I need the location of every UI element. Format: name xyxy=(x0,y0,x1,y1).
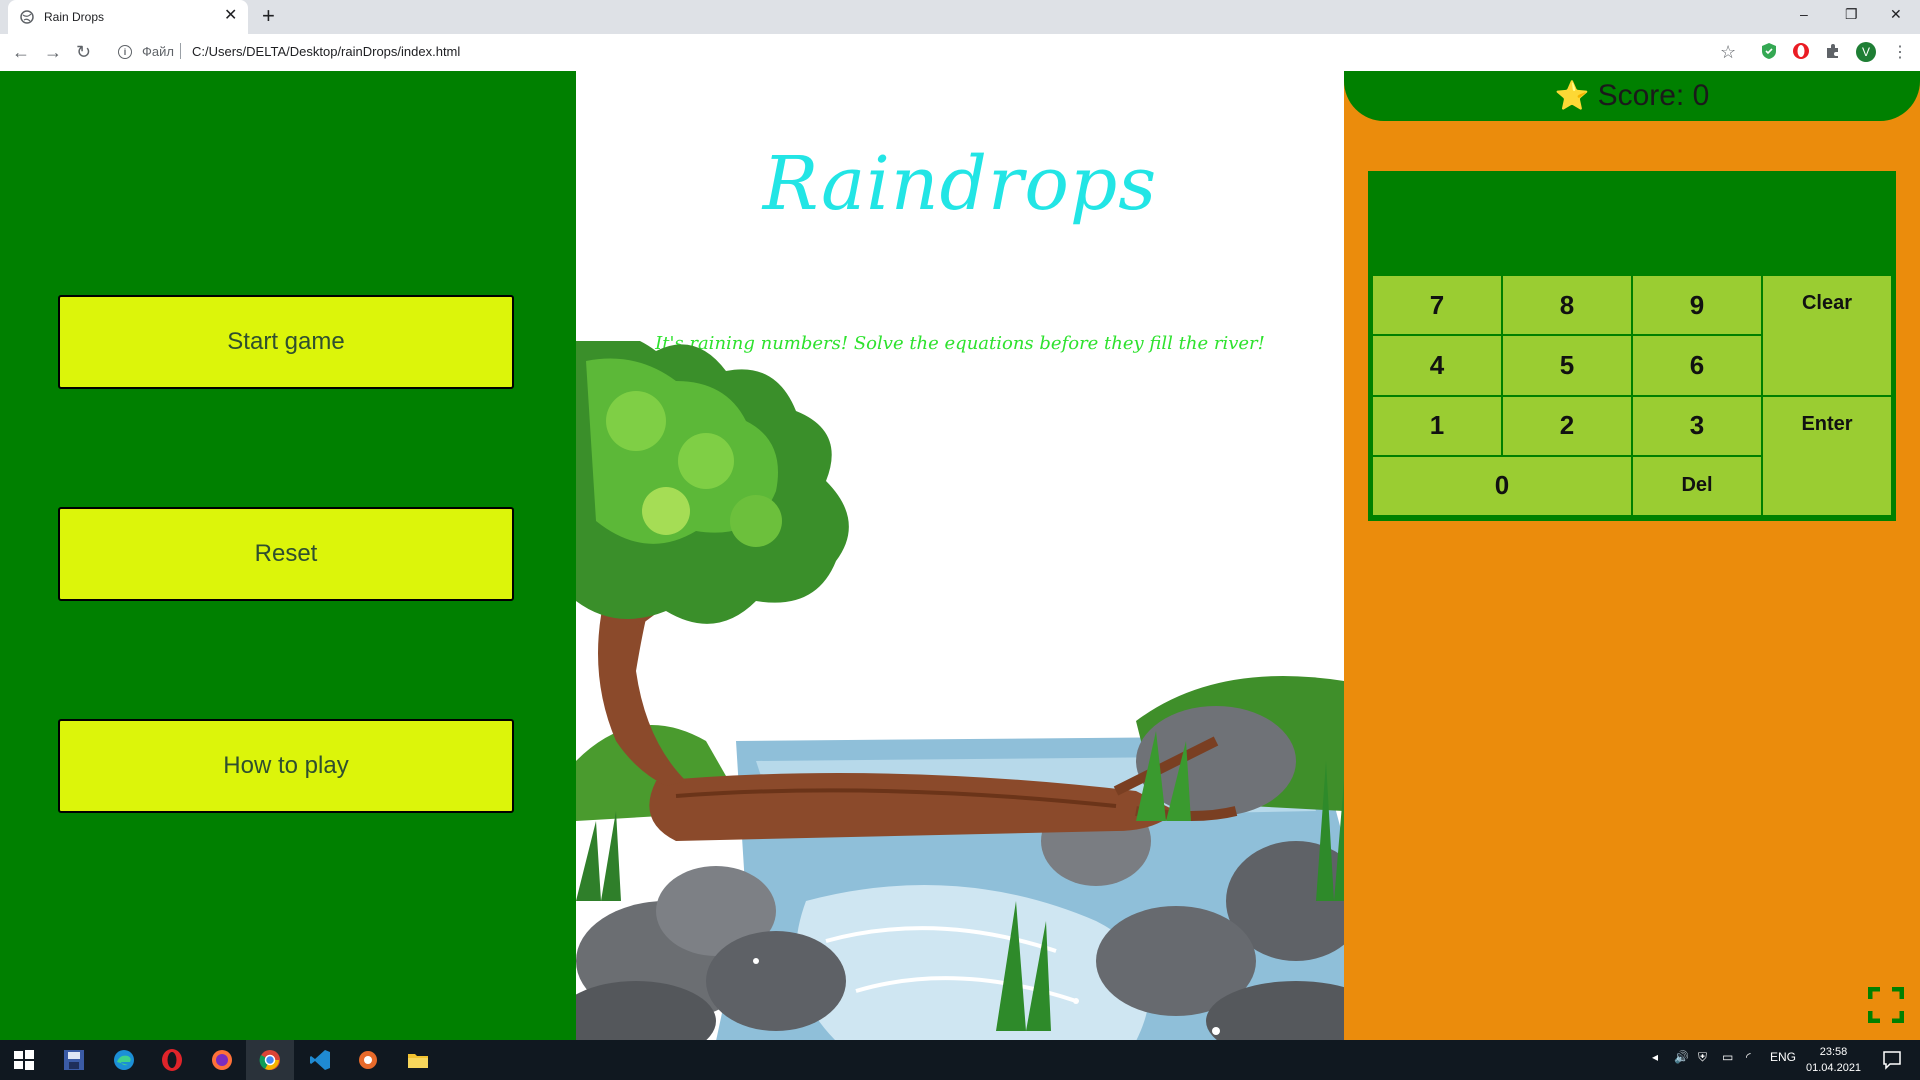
browser-toolbar: ← → ↻ i Файл C:/Users/DELTA/Desktop/rain… xyxy=(0,34,1920,72)
profile-avatar[interactable]: V xyxy=(1856,42,1876,62)
key-5[interactable]: 5 xyxy=(1502,335,1632,396)
shield-extension-icon[interactable] xyxy=(1760,42,1778,60)
back-icon[interactable]: ← xyxy=(12,42,30,62)
file-explorer-icon[interactable] xyxy=(406,1048,430,1072)
key-7[interactable]: 7 xyxy=(1372,275,1502,336)
clock[interactable]: 23:58 01.04.2021 xyxy=(1806,1044,1861,1076)
keypad-grid: 7 8 9 Clear 4 5 6 1 2 3 Enter 0 Del xyxy=(1372,275,1892,516)
enter-button[interactable]: Enter xyxy=(1762,395,1892,516)
chrome-browser-icon[interactable] xyxy=(258,1048,282,1072)
tab-close-icon[interactable]: ✕ xyxy=(224,7,237,25)
taskbar: ◂ 🔊 ⛨ ▭ ◜ ENG 23:58 01.04.2021 xyxy=(0,1040,1920,1080)
security-tray-icon[interactable]: ⛨ xyxy=(1698,1050,1707,1065)
info-icon[interactable]: i xyxy=(118,45,132,59)
wifi-icon[interactable]: ◜ xyxy=(1746,1050,1751,1064)
address-separator xyxy=(180,43,181,59)
fullscreen-icon[interactable] xyxy=(1868,987,1904,1023)
opera-extension-icon[interactable] xyxy=(1792,42,1810,60)
reset-button[interactable]: Reset xyxy=(58,507,514,601)
bookmark-star-icon[interactable]: ☆ xyxy=(1720,42,1736,62)
river-scene-illustration xyxy=(576,341,1344,1040)
key-1[interactable]: 1 xyxy=(1372,395,1502,456)
address-bar[interactable]: i Файл C:/Users/DELTA/Desktop/rainDrops/… xyxy=(110,38,1780,66)
settings-gear-app-icon[interactable] xyxy=(356,1048,380,1072)
clock-time: 23:58 xyxy=(1819,1046,1848,1058)
game-area: Raindrops It's raining numbers! Solve th… xyxy=(576,71,1344,1040)
vscode-icon[interactable] xyxy=(308,1048,332,1072)
answer-display xyxy=(1368,171,1896,275)
delete-button[interactable]: Del xyxy=(1632,455,1762,516)
windows-start-icon[interactable] xyxy=(12,1048,36,1072)
score-text: Score: 0 xyxy=(1597,79,1710,112)
minimize-button[interactable]: – xyxy=(1800,6,1808,22)
scheme-label: Файл xyxy=(142,44,174,59)
nvidia-tray-icon[interactable]: ◂ xyxy=(1652,1050,1658,1064)
left-menu-panel: Start game Reset How to play xyxy=(0,71,576,1040)
key-9[interactable]: 9 xyxy=(1632,275,1762,336)
opera-browser-icon[interactable] xyxy=(160,1048,184,1072)
key-2[interactable]: 2 xyxy=(1502,395,1632,456)
key-8[interactable]: 8 xyxy=(1502,275,1632,336)
globe-icon xyxy=(20,10,34,24)
keypad: 7 8 9 Clear 4 5 6 1 2 3 Enter 0 Del xyxy=(1368,171,1896,521)
browser-tab[interactable]: Rain Drops ✕ xyxy=(8,0,248,34)
how-to-play-button[interactable]: How to play xyxy=(58,719,514,813)
volume-icon[interactable]: 🔊 xyxy=(1674,1050,1689,1064)
key-6[interactable]: 6 xyxy=(1632,335,1762,396)
restore-button[interactable]: ❐ xyxy=(1845,6,1858,23)
clock-date: 01.04.2021 xyxy=(1806,1062,1862,1074)
right-panel: ⭐ Score: 0 7 8 9 Clear 4 5 6 1 2 3 Enter… xyxy=(1344,71,1920,1040)
firefox-browser-icon[interactable] xyxy=(210,1048,234,1072)
game-title: Raindrops xyxy=(762,141,1158,227)
reload-icon[interactable]: ↻ xyxy=(76,42,91,62)
start-game-button[interactable]: Start game xyxy=(58,295,514,389)
notifications-icon[interactable] xyxy=(1880,1048,1904,1072)
battery-icon[interactable]: ▭ xyxy=(1722,1050,1733,1064)
forward-icon[interactable]: → xyxy=(44,42,62,62)
browser-tab-bar: Rain Drops ✕ + – ❐ ✕ xyxy=(0,0,1920,34)
key-4[interactable]: 4 xyxy=(1372,335,1502,396)
edge-browser-icon[interactable] xyxy=(112,1048,136,1072)
close-window-button[interactable]: ✕ xyxy=(1890,6,1902,23)
language-indicator[interactable]: ENG xyxy=(1770,1050,1796,1064)
tab-title: Rain Drops xyxy=(44,10,105,24)
score-bar: ⭐ Score: 0 xyxy=(1344,71,1920,121)
puzzle-extensions-icon[interactable] xyxy=(1824,42,1842,60)
save-disk-app-icon[interactable] xyxy=(62,1048,86,1072)
key-0[interactable]: 0 xyxy=(1372,455,1632,516)
clear-button[interactable]: Clear xyxy=(1762,275,1892,396)
new-tab-button[interactable]: + xyxy=(262,4,275,28)
browser-menu-icon[interactable]: ⋮ xyxy=(1892,42,1908,62)
key-3[interactable]: 3 xyxy=(1632,395,1762,456)
star-icon: ⭐ xyxy=(1554,80,1590,111)
url-text[interactable]: C:/Users/DELTA/Desktop/rainDrops/index.h… xyxy=(192,44,460,59)
